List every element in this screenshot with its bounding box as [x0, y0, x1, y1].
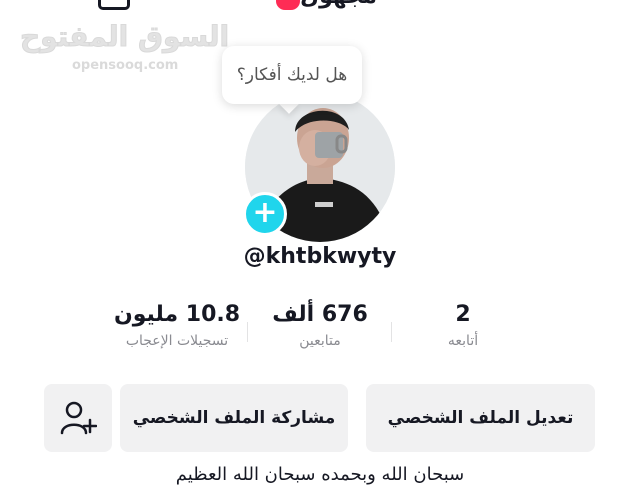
- likes-label: تسجيلات الإعجاب: [125, 333, 229, 349]
- share-profile-button[interactable]: مشاركة الملف الشخصي: [120, 384, 348, 452]
- profile-handle[interactable]: @khtbkwyty: [0, 244, 640, 269]
- profile-view-icon[interactable]: [98, 0, 130, 10]
- watermark-latin: opensooq.com: [72, 58, 179, 73]
- edit-profile-label: تعديل الملف الشخصي: [387, 408, 574, 428]
- add-friend-icon: [60, 401, 97, 435]
- add-story-button[interactable]: +: [243, 192, 287, 236]
- menu-icon[interactable]: [30, 0, 64, 6]
- profile-bio: سبحان الله وبحمده سبحان الله العظيم: [175, 464, 465, 485]
- plus-icon: +: [252, 195, 278, 230]
- watermark-arabic: السوق المفتوح: [19, 20, 230, 54]
- add-friend-button[interactable]: [44, 384, 112, 452]
- thought-bubble[interactable]: هل لديك أفكار؟: [222, 46, 362, 104]
- share-profile-label: مشاركة الملف الشخصي: [132, 408, 336, 428]
- likes-count: 10.8 مليون: [113, 302, 241, 327]
- thought-bubble-text: هل لديك أفكار؟: [236, 65, 348, 85]
- stat-likes: 10.8 مليون تسجيلات الإعجاب: [92, 302, 262, 349]
- edit-profile-button[interactable]: تعديل الملف الشخصي: [366, 384, 595, 452]
- top-username[interactable]: مجهول: [300, 0, 377, 9]
- notification-badge: [276, 0, 300, 10]
